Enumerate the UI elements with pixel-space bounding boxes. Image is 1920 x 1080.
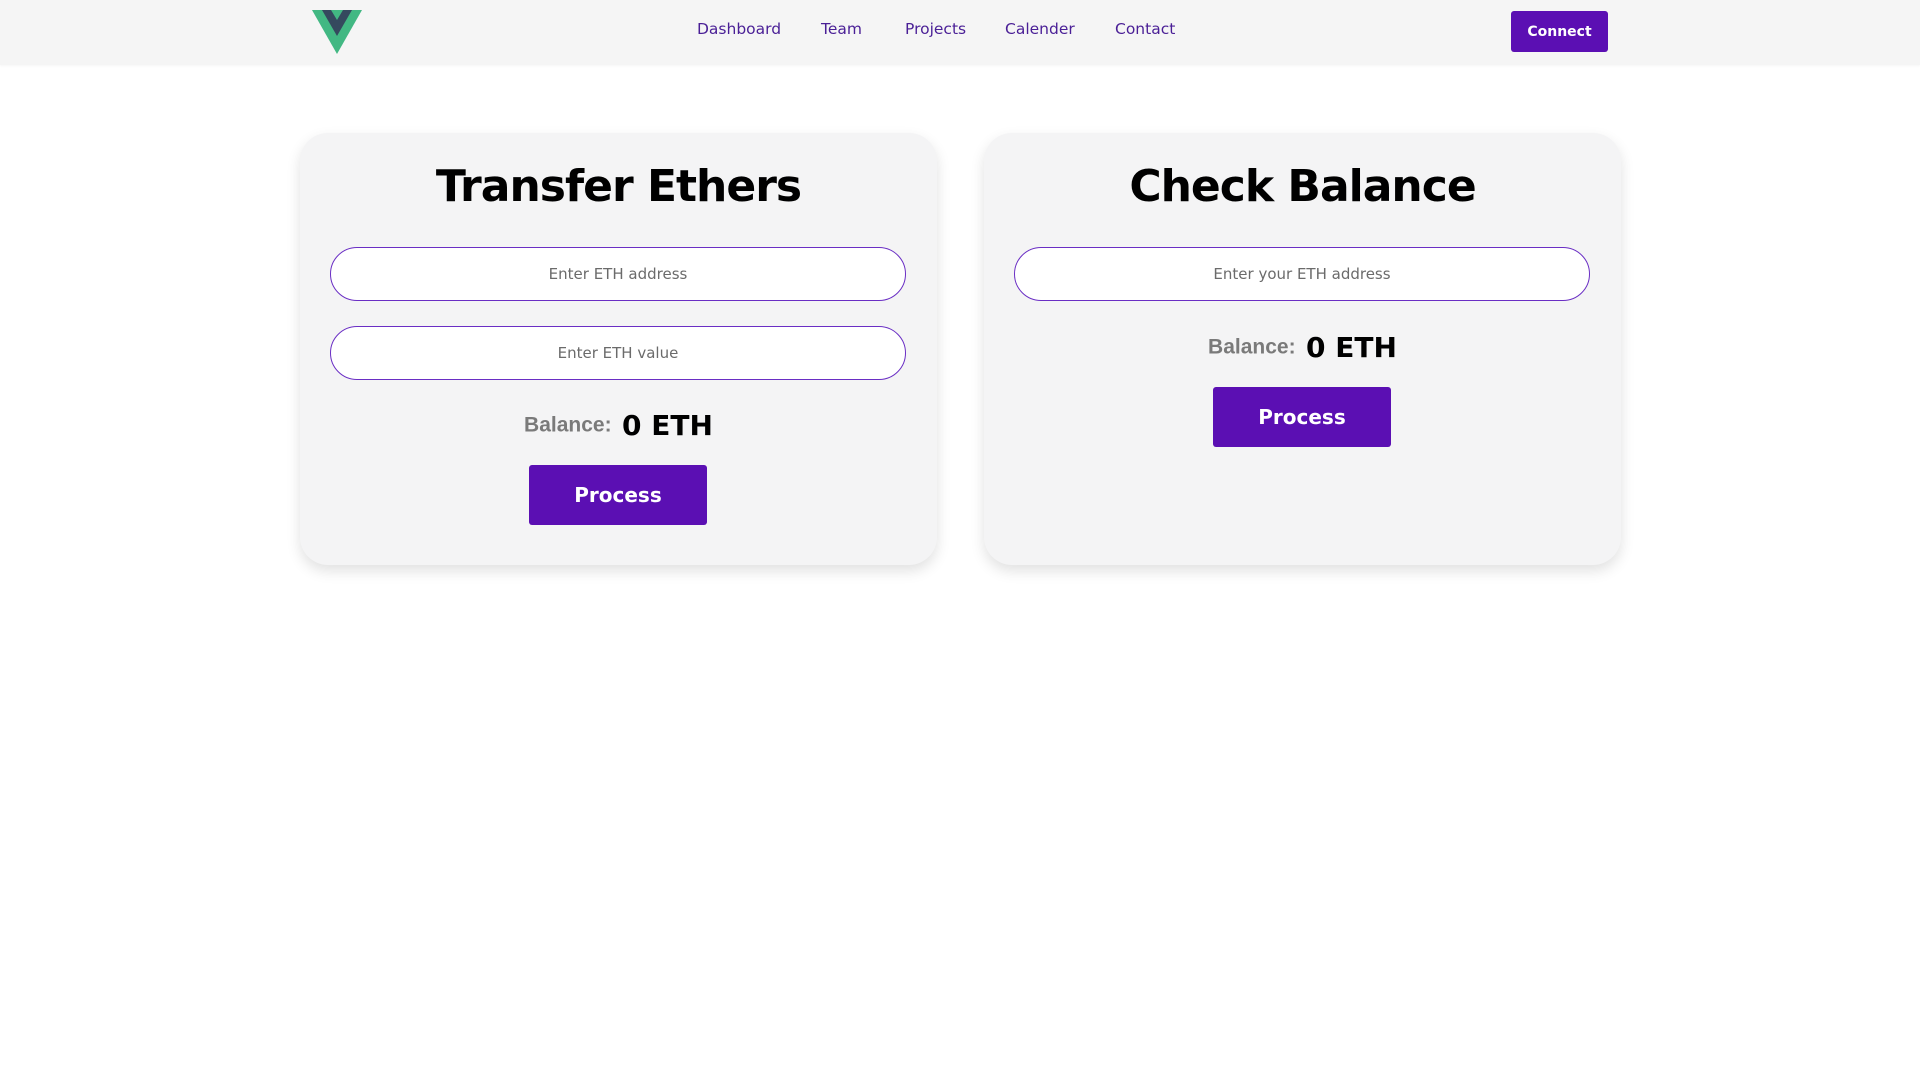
balance-label: Balance: xyxy=(1208,335,1296,359)
transfer-balance-row: Balance: 0 ETH xyxy=(300,409,937,442)
nav-link-dashboard[interactable]: Dashboard xyxy=(697,20,781,38)
connect-button[interactable]: Connect xyxy=(1511,11,1608,52)
nav-link-projects[interactable]: Projects xyxy=(905,20,966,38)
check-card-title: Check Balance xyxy=(1129,161,1476,212)
nav-link-team[interactable]: Team xyxy=(821,20,862,38)
top-navbar: Dashboard Team Projects Calender Contact… xyxy=(0,0,1920,65)
nav-links: Dashboard Team Projects Calender Contact xyxy=(0,0,1920,62)
check-balance-card: Check Balance Balance: 0 ETH Process xyxy=(984,133,1621,565)
nav-link-contact[interactable]: Contact xyxy=(1115,20,1175,38)
transfer-process-button[interactable]: Process xyxy=(529,465,707,525)
eth-value-input[interactable] xyxy=(330,326,906,380)
eth-address-input[interactable] xyxy=(330,247,906,301)
nav-link-calender[interactable]: Calender xyxy=(1005,20,1075,38)
transfer-ethers-card: Transfer Ethers Balance: 0 ETH Process xyxy=(300,133,937,565)
check-balance-row: Balance: 0 ETH xyxy=(984,331,1621,364)
balance-value: 0 ETH xyxy=(1306,331,1397,364)
check-process-button[interactable]: Process xyxy=(1213,387,1391,447)
your-eth-address-input[interactable] xyxy=(1014,247,1590,301)
transfer-card-title: Transfer Ethers xyxy=(435,161,802,212)
balance-value: 0 ETH xyxy=(622,409,713,442)
balance-label: Balance: xyxy=(524,413,612,437)
